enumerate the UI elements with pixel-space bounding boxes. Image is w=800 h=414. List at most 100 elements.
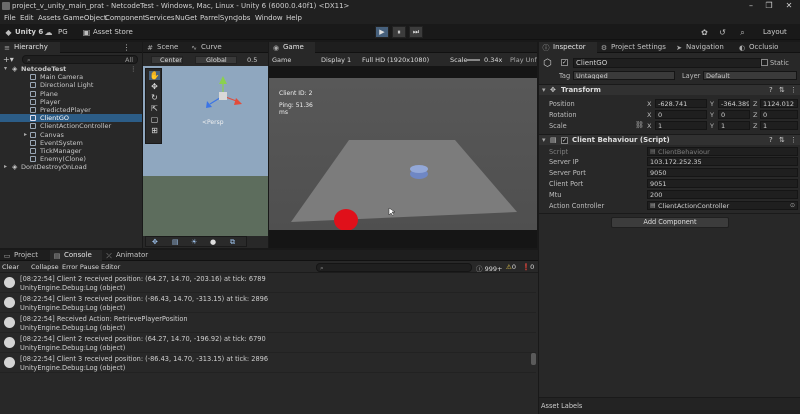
user-account-button[interactable]: PG	[58, 27, 68, 37]
sphere-icon[interactable]: ●	[210, 238, 216, 246]
scale-tool-icon[interactable]: ⇱	[149, 104, 160, 113]
collab-icon[interactable]: ✿	[700, 28, 709, 37]
kebab-menu-icon[interactable]: ⋮	[790, 136, 797, 144]
step-button[interactable]: ⏭	[409, 26, 423, 38]
hierarchy-item-main-camera[interactable]: Main Camera	[0, 73, 142, 81]
warning-count-badge[interactable]: ⚠0	[506, 263, 516, 271]
asset-store-button[interactable]: Asset Store	[93, 27, 133, 37]
pause-button[interactable]: ⏸	[392, 26, 406, 38]
cloud-icon[interactable]: ☁	[44, 28, 53, 37]
scale-z-field[interactable]: 1	[760, 121, 798, 130]
hierarchy-item-plane[interactable]: Plane	[0, 90, 142, 98]
snap-value[interactable]: 0.5	[247, 56, 257, 64]
hierarchy-item-player[interactable]: Player	[0, 98, 142, 106]
history-icon[interactable]: ↺	[718, 28, 727, 37]
tab-inspector[interactable]: ⓘ Inspector	[539, 42, 597, 53]
menu-nuget[interactable]: NuGet	[175, 12, 197, 24]
rotation-x-field[interactable]: 0	[655, 110, 707, 119]
help-icon[interactable]: ?	[769, 86, 773, 94]
menu-assets[interactable]: Assets	[38, 12, 61, 24]
transform-tool-icon[interactable]: ⊞	[149, 126, 160, 135]
kebab-menu-icon[interactable]: ⋮	[122, 43, 131, 52]
scene-viewport[interactable]: ✋ ✥ ↻ ⇱ ▢ ⊞ <Persp	[143, 66, 268, 236]
tab-hierarchy[interactable]: ≡ Hierarchy	[0, 42, 60, 53]
menu-jobs[interactable]: Jobs	[236, 12, 250, 24]
chevron-down-icon[interactable]: ▾	[542, 86, 546, 94]
hierarchy-item-directional-light[interactable]: Directional Light	[0, 81, 142, 89]
play-unfocused-dropdown[interactable]: Play Unf	[510, 56, 537, 64]
play-button[interactable]: ▶	[375, 26, 389, 38]
close-window-button[interactable]: ✕	[782, 0, 796, 12]
tab-occlusion[interactable]: ◐ Occlusio	[735, 42, 799, 53]
hierarchy-item-client-action-controller[interactable]: ClientActionController	[0, 122, 142, 130]
console-scrollbar-thumb[interactable]	[531, 353, 536, 365]
tag-dropdown[interactable]: Untagged	[573, 71, 675, 80]
error-pause-toggle[interactable]: Error Pause	[62, 263, 99, 271]
rect-tool-icon[interactable]: ▢	[149, 115, 160, 124]
position-z-field[interactable]: 1124.012	[760, 99, 798, 108]
server-port-field[interactable]: 9050	[647, 168, 798, 177]
hierarchy-item-predicted-player[interactable]: PredictedPlayer	[0, 106, 142, 114]
rotate-tool-icon[interactable]: ↻	[149, 93, 160, 102]
transform-header[interactable]: ▾ ✥ Transform ? ⇅ ⋮	[539, 84, 800, 95]
tab-scene[interactable]: # Scene	[143, 42, 185, 53]
console-entry[interactable]: [08:22:54] Client 2 received position: (…	[0, 333, 536, 353]
chevron-down-icon[interactable]: ▾	[4, 65, 7, 73]
global-space-dropdown[interactable]: Global	[195, 56, 237, 64]
chevron-right-icon[interactable]: ▸	[24, 131, 27, 139]
chevron-down-icon[interactable]: ▾	[542, 136, 546, 144]
console-search-input[interactable]: ⌕	[316, 263, 472, 272]
menu-edit[interactable]: Edit	[20, 12, 34, 24]
tab-console[interactable]: ▤ Console	[50, 250, 102, 261]
server-ip-field[interactable]: 103.172.252.35	[647, 157, 798, 166]
view-tool-icon[interactable]: ✥	[152, 238, 158, 246]
console-entry[interactable]: [08:22:54] Client 3 received position: (…	[0, 353, 536, 373]
preset-icon[interactable]: ⇅	[779, 136, 785, 144]
tab-project[interactable]: ▭ Project	[0, 250, 50, 261]
tab-navigation[interactable]: ➤ Navigation	[672, 42, 734, 53]
layout-dropdown[interactable]: Layout	[763, 27, 787, 37]
console-entry[interactable]: [08:22:54] Client 2 received position: (…	[0, 273, 536, 293]
component-enabled-checkbox[interactable]: ✓	[561, 137, 568, 144]
collapse-toggle[interactable]: Collapse	[31, 263, 59, 271]
tab-game[interactable]: ◉ Game	[269, 42, 315, 53]
game-viewport[interactable]: Client ID: 2 Ping: 51.36 ms	[269, 78, 537, 230]
static-checkbox[interactable]	[761, 59, 768, 66]
hierarchy-item-tick-manager[interactable]: TickManager	[0, 147, 142, 155]
object-picker-icon[interactable]: ⊙	[790, 202, 795, 209]
link-icon[interactable]: ⛓	[635, 121, 644, 129]
position-y-field[interactable]: -364.3897	[718, 99, 750, 108]
game-mode-dropdown[interactable]: Game	[272, 56, 291, 64]
kebab-menu-icon[interactable]: ⋮	[130, 65, 137, 73]
maximize-button[interactable]: ❐	[762, 0, 776, 12]
clear-button[interactable]: Clear	[2, 263, 19, 271]
effects-icon[interactable]: ⧉	[230, 238, 235, 247]
menu-component[interactable]: Component	[105, 12, 146, 24]
client-port-field[interactable]: 9051	[647, 179, 798, 188]
active-checkbox[interactable]: ✓	[561, 59, 568, 66]
hand-tool-icon[interactable]: ✋	[149, 71, 160, 80]
hierarchy-item-clientgo[interactable]: ClientGO	[0, 114, 142, 123]
scale-y-field[interactable]: 1	[718, 121, 750, 130]
console-entry[interactable]: [08:22:54] Received Action: RetrievePlay…	[0, 313, 536, 333]
object-name-field[interactable]: ClientGO	[573, 58, 761, 68]
tab-curve[interactable]: ∿ Curve	[187, 42, 227, 53]
pivot-center-dropdown[interactable]: Center	[151, 56, 183, 64]
lighting-icon[interactable]: ☀	[191, 238, 197, 246]
rotation-z-field[interactable]: 0	[760, 110, 798, 119]
display-dropdown[interactable]: Display 1	[321, 56, 351, 64]
menu-services[interactable]: Services	[145, 12, 175, 24]
resolution-dropdown[interactable]: Full HD (1920x1080)	[362, 56, 429, 64]
kebab-menu-icon[interactable]: ⋮	[790, 86, 797, 94]
layer-dropdown[interactable]: Default	[703, 71, 797, 80]
error-count-badge[interactable]: ❗0	[522, 263, 534, 271]
hierarchy-scene-root[interactable]: ▾ ◈ NetcodeTest ⋮	[0, 65, 142, 73]
scale-slider[interactable]	[466, 59, 480, 61]
chevron-right-icon[interactable]: ▸	[4, 163, 7, 171]
move-tool-icon[interactable]: ✥	[149, 82, 160, 91]
tab-animator[interactable]: ⤫ Animator	[102, 250, 152, 261]
menu-parrelsync[interactable]: ParrelSync	[200, 12, 237, 24]
rotation-y-field[interactable]: 0	[718, 110, 750, 119]
search-icon[interactable]: ⌕	[738, 28, 747, 37]
action-controller-field[interactable]: ▤ ClientActionController ⊙	[647, 201, 798, 210]
